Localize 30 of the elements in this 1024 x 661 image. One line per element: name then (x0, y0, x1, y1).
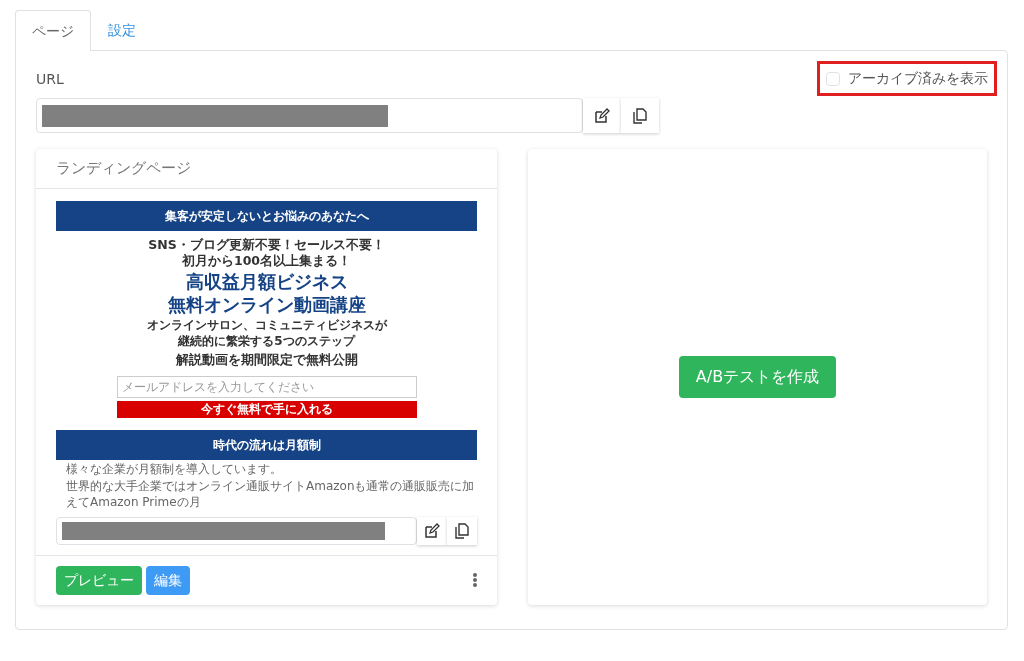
edit-icon (594, 107, 610, 124)
preview-text: オンラインサロン、コミュニティビジネスが 継続的に繁栄する5つのステップ (145, 318, 389, 350)
preview-text: 様々な企業が月額制を導入しています。 (65, 461, 283, 478)
copy-button[interactable] (447, 516, 477, 545)
url-field[interactable] (36, 98, 583, 133)
more-icon[interactable] (473, 572, 477, 588)
checkbox-label: アーカイブ済みを表示 (848, 69, 988, 88)
preview-text: SNS・ブログ更新不要！セールス不要！ 初月から100名以上集まる！ (147, 236, 386, 269)
banner-heading: 集客が安定しないとお悩みのあなたへ (56, 200, 477, 231)
email-field[interactable]: メールアドレスを入力してください (116, 375, 417, 398)
edit-button[interactable] (583, 98, 621, 133)
banner-heading: 時代の流れは月額制 (56, 429, 477, 460)
preview-headline: 高収益月額ビジネス 無料オンライン動画講座 (166, 271, 367, 316)
preview-button[interactable]: プレビュー (56, 565, 142, 595)
tab[interactable]: 設定 (91, 10, 153, 50)
url-field[interactable] (56, 516, 417, 545)
archive-checkbox[interactable] (826, 71, 840, 86)
preview-text: 世界的な大手企業ではオンライン通販サイトAmazonも通常の通販販売に加えてAmazon Primeの月 (65, 479, 476, 511)
cta-button[interactable]: 今すぐ無料で手に入れる (116, 400, 417, 418)
copy-button[interactable] (621, 98, 659, 133)
copy-icon (632, 107, 648, 124)
edit-button[interactable]: 編集 (146, 565, 190, 595)
preview-text: 解説動画を期間限定で無料公開 (174, 351, 359, 370)
edit-icon (424, 522, 440, 539)
card-title: ランディングページ (36, 149, 497, 189)
edit-button[interactable] (417, 516, 447, 545)
create-ab-test-button[interactable]: A/Bテストを作成 (678, 355, 837, 398)
copy-icon (454, 522, 470, 539)
tab[interactable]: ページ (15, 10, 91, 51)
field-label: URL (36, 70, 64, 89)
